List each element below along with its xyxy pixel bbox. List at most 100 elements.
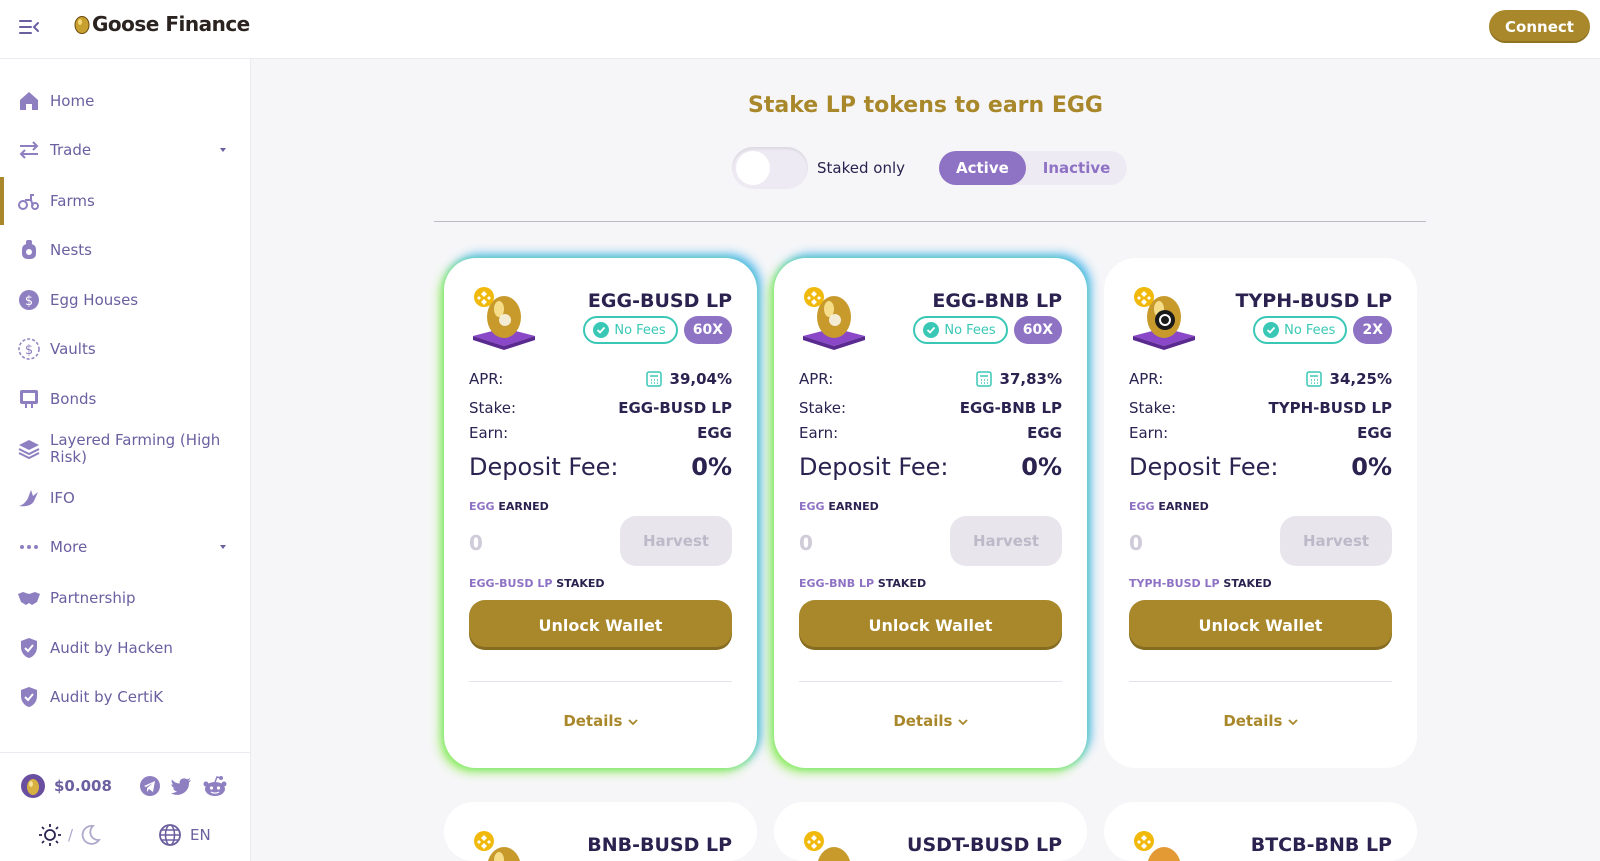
- active-inactive-tabs: Active Inactive: [939, 151, 1127, 185]
- twitter-icon[interactable]: [170, 775, 192, 797]
- egg-earned-value: 0: [799, 531, 813, 555]
- tab-active[interactable]: Active: [939, 151, 1026, 185]
- top-bar: Goose Finance Connect: [0, 0, 1600, 59]
- theme-switcher[interactable]: /: [38, 823, 101, 847]
- svg-text:$: $: [25, 343, 33, 358]
- unlock-wallet-button[interactable]: Unlock Wallet: [799, 600, 1062, 650]
- calculator-icon[interactable]: [1305, 371, 1322, 387]
- egg-price[interactable]: $0.008: [20, 773, 112, 799]
- sidebar-item-partnership[interactable]: Partnership: [0, 574, 250, 622]
- sidebar-item-home[interactable]: Home: [0, 77, 250, 125]
- chevron-down-icon: [1288, 719, 1298, 726]
- harvest-button[interactable]: Harvest: [1280, 516, 1392, 566]
- chevron-down-icon: [628, 719, 638, 726]
- language-selector[interactable]: EN: [158, 823, 211, 847]
- harvest-button[interactable]: Harvest: [620, 516, 732, 566]
- check-badge-icon: [593, 322, 610, 338]
- farm-badges: No Fees 60X: [913, 316, 1062, 344]
- farm-badges: No Fees 60X: [583, 316, 732, 344]
- stake-row: Stake: EGG-BUSD LP: [469, 399, 732, 417]
- earn-value: EGG: [1357, 424, 1392, 442]
- calculator-icon[interactable]: [645, 371, 662, 387]
- apr-label: APR:: [799, 370, 834, 388]
- deposit-fee-value: 0%: [691, 453, 732, 481]
- earn-row: Earn: EGG: [799, 424, 1062, 442]
- chevron-down-icon: [220, 148, 226, 152]
- sidebar-item-farms[interactable]: Farms: [0, 177, 250, 225]
- apr-label: APR:: [469, 370, 504, 388]
- apr-row: APR: 39,04%: [469, 370, 732, 388]
- unlock-wallet-button[interactable]: Unlock Wallet: [469, 600, 732, 650]
- check-badge-icon: [923, 322, 940, 338]
- sidebar-item-trade[interactable]: Trade: [0, 126, 250, 174]
- partnership-icon: [18, 592, 40, 605]
- sun-icon[interactable]: [38, 823, 62, 847]
- reddit-icon[interactable]: [202, 775, 228, 797]
- sidebar-item-audit-hacken[interactable]: Audit by Hacken: [0, 624, 250, 672]
- connect-button[interactable]: Connect: [1489, 10, 1590, 43]
- sidebar-item-layered-farming[interactable]: Layered Farming (High Risk): [0, 425, 250, 473]
- deposit-fee-value: 0%: [1021, 453, 1062, 481]
- check-badge-icon: [1263, 322, 1280, 338]
- sidebar-item-ifo[interactable]: IFO: [0, 474, 250, 522]
- apr-value: 39,04%: [669, 370, 732, 388]
- sidebar-item-vaults[interactable]: $ Vaults: [0, 325, 250, 373]
- telegram-icon[interactable]: [139, 775, 161, 797]
- moon-icon[interactable]: [79, 824, 101, 846]
- btcb-bnb-farm-icon: ₿: [1134, 831, 1181, 861]
- sidebar-item-label: More: [50, 537, 88, 556]
- deposit-fee-row: Deposit Fee: 0%: [1129, 453, 1392, 481]
- bnb-busd-farm-icon: [474, 831, 521, 861]
- egg-earned-value: 0: [1129, 531, 1143, 555]
- stake-value: TYPH-BUSD LP: [1268, 399, 1392, 417]
- sidebar-item-label: Layered Farming (High Risk): [50, 431, 221, 466]
- sidebar-item-label: Bonds: [50, 389, 97, 408]
- harvest-button[interactable]: Harvest: [950, 516, 1062, 566]
- sidebar-item-bonds[interactable]: Bonds: [0, 375, 250, 423]
- sidebar-item-nests[interactable]: Nests: [0, 226, 250, 274]
- sidebar-item-more[interactable]: More: [0, 523, 250, 571]
- shield-icon: [21, 687, 37, 707]
- farm-card: ₿ BTCB-BNB LP: [1104, 802, 1417, 861]
- stake-row: Stake: TYPH-BUSD LP: [1129, 399, 1392, 417]
- usdt-busd-farm-icon: T: [804, 831, 851, 861]
- section-divider: [434, 221, 1426, 222]
- sidebar-footer: $0.008 / EN: [0, 752, 250, 861]
- stake-row: Stake: EGG-BNB LP: [799, 399, 1062, 417]
- apr-value: 37,83%: [999, 370, 1062, 388]
- calculator-icon[interactable]: [975, 371, 992, 387]
- shield-icon: [21, 638, 37, 658]
- sidebar-item-label: Home: [50, 91, 95, 110]
- earn-value: EGG: [697, 424, 732, 442]
- typh-busd-farm-icon: [1133, 287, 1195, 350]
- card-divider: [469, 681, 732, 682]
- apr-label: APR:: [1129, 370, 1164, 388]
- no-fees-label: No Fees: [1284, 322, 1336, 338]
- staked-only-label: Staked only: [817, 159, 905, 177]
- sidebar-item-audit-certik[interactable]: Audit by CertiK: [0, 673, 250, 721]
- logo[interactable]: Goose Finance: [74, 12, 250, 36]
- chevron-down-icon: [958, 719, 968, 726]
- unlock-wallet-button[interactable]: Unlock Wallet: [1129, 600, 1392, 650]
- details-toggle[interactable]: Details: [774, 712, 1087, 730]
- no-fees-badge: No Fees: [913, 316, 1008, 344]
- card-divider: [799, 681, 1062, 682]
- sidebar-item-label: Nests: [50, 240, 92, 259]
- tab-inactive[interactable]: Inactive: [1026, 151, 1128, 185]
- lp-staked-label: EGG-BNB LP STAKED: [799, 577, 927, 590]
- vaults-icon: $: [18, 338, 40, 360]
- staked-only-toggle[interactable]: [732, 147, 808, 189]
- menu-toggle-icon[interactable]: [18, 16, 40, 38]
- details-toggle[interactable]: Details: [444, 712, 757, 730]
- deposit-fee-row: Deposit Fee: 0%: [469, 453, 732, 481]
- page-title: Stake LP tokens to earn EGG: [747, 93, 1103, 118]
- egg-bnb-farm-icon: [803, 287, 865, 350]
- stake-label: Stake:: [1129, 399, 1177, 417]
- earn-label: Earn:: [799, 424, 839, 442]
- farm-pair-name: EGG-BUSD LP: [587, 290, 732, 312]
- egg-earned-value: 0: [469, 531, 483, 555]
- sidebar-item-egg-houses[interactable]: $ Egg Houses: [0, 276, 250, 324]
- deposit-fee-label: Deposit Fee:: [469, 453, 619, 481]
- details-toggle[interactable]: Details: [1104, 712, 1417, 730]
- bonds-icon: [20, 390, 38, 408]
